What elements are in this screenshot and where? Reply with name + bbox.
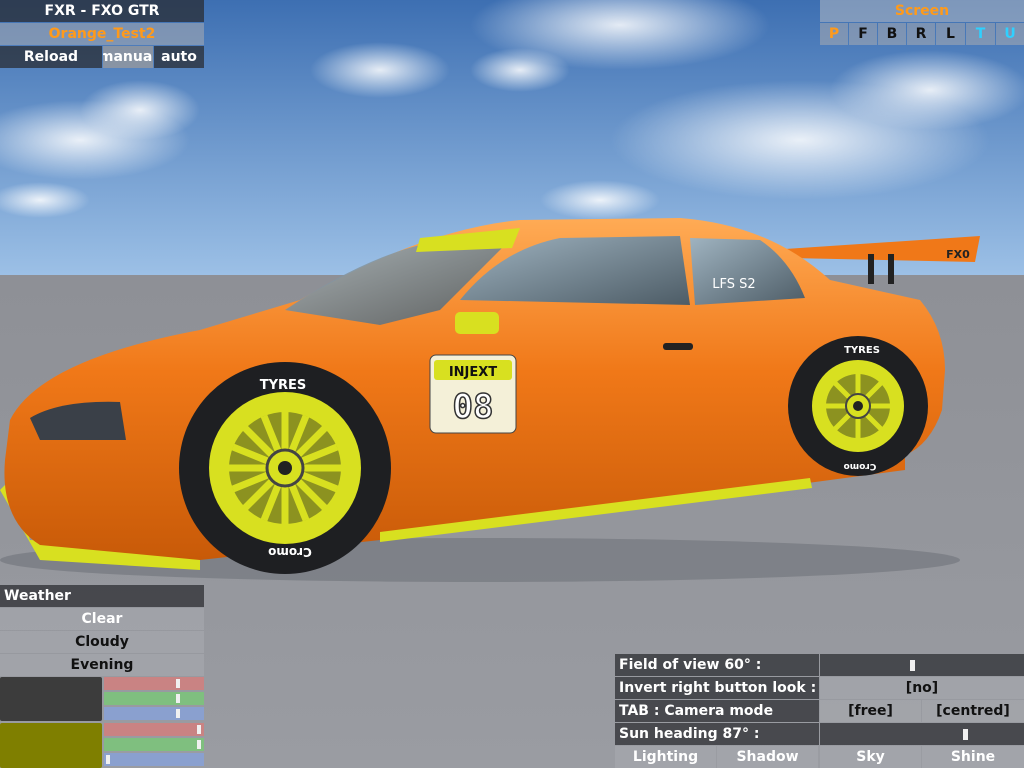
ambient-green-slider[interactable] [104,692,204,705]
svg-text:Cromo: Cromo [844,461,877,471]
car-name-label: FXR - FXO GTR [0,0,204,22]
manual-button[interactable]: manual [103,46,153,68]
svg-text:TYRES: TYRES [844,345,880,356]
reload-button[interactable]: Reload [0,46,102,68]
screen-button-r[interactable]: R [907,23,935,45]
skin-name-label: Orange_Test2 [0,23,204,45]
weather-cloudy-button[interactable]: Cloudy [0,631,204,653]
sponsor-decal: INJEXT [449,365,497,380]
invert-look-label: Invert right button look : [615,677,819,699]
sun-blue-slider[interactable] [104,753,204,766]
lighting-tab[interactable]: Lighting [615,746,716,768]
svg-text:TYRES: TYRES [260,378,307,393]
svg-text:Cromo: Cromo [268,545,312,559]
front-wheel: TYRES Cromo [179,362,391,574]
screen-button-f[interactable]: F [849,23,877,45]
fov-label: Field of view 60° : [615,654,819,676]
camera-free-button[interactable]: [free] [820,700,921,722]
shine-tab[interactable]: Shine [922,746,1024,768]
screen-button-l[interactable]: L [936,23,965,45]
weather-clear-button[interactable]: Clear [0,608,204,630]
sun-color-swatch[interactable] [0,723,102,768]
fov-slider-handle[interactable] [910,660,915,671]
weather-evening-button[interactable]: Evening [0,654,204,676]
car-number-decal: 08 [453,387,494,427]
camera-centred-button[interactable]: [centred] [922,700,1024,722]
sun-green-slider[interactable] [104,738,204,751]
screen-button-t[interactable]: T [966,23,995,45]
screen-button-u[interactable]: U [996,23,1024,45]
camera-mode-label: TAB : Camera mode [615,700,819,722]
screen-button-p[interactable]: P [820,23,848,45]
sun-heading-slider[interactable] [820,723,1024,745]
fov-slider[interactable] [820,654,1024,676]
ambient-blue-slider[interactable] [104,707,204,720]
window-decal: LFS S2 [712,277,755,292]
sun-red-slider[interactable] [104,723,204,736]
auto-button[interactable]: auto [154,46,204,68]
ambient-red-slider[interactable] [104,677,204,690]
shadow-tab[interactable]: Shadow [717,746,818,768]
screen-button-b[interactable]: B [878,23,906,45]
rear-wheel: TYRES Cromo [788,336,928,476]
weather-header: Weather [0,585,204,607]
sun-heading-label: Sun heading 87° : [615,723,819,745]
screen-title: Screen [820,0,1024,22]
sun-heading-slider-handle[interactable] [963,729,968,740]
wing-decal: FX0 [946,248,970,261]
sky-tab[interactable]: Sky [820,746,921,768]
ambient-color-swatch[interactable] [0,677,102,721]
invert-look-toggle[interactable]: [no] [820,677,1024,699]
